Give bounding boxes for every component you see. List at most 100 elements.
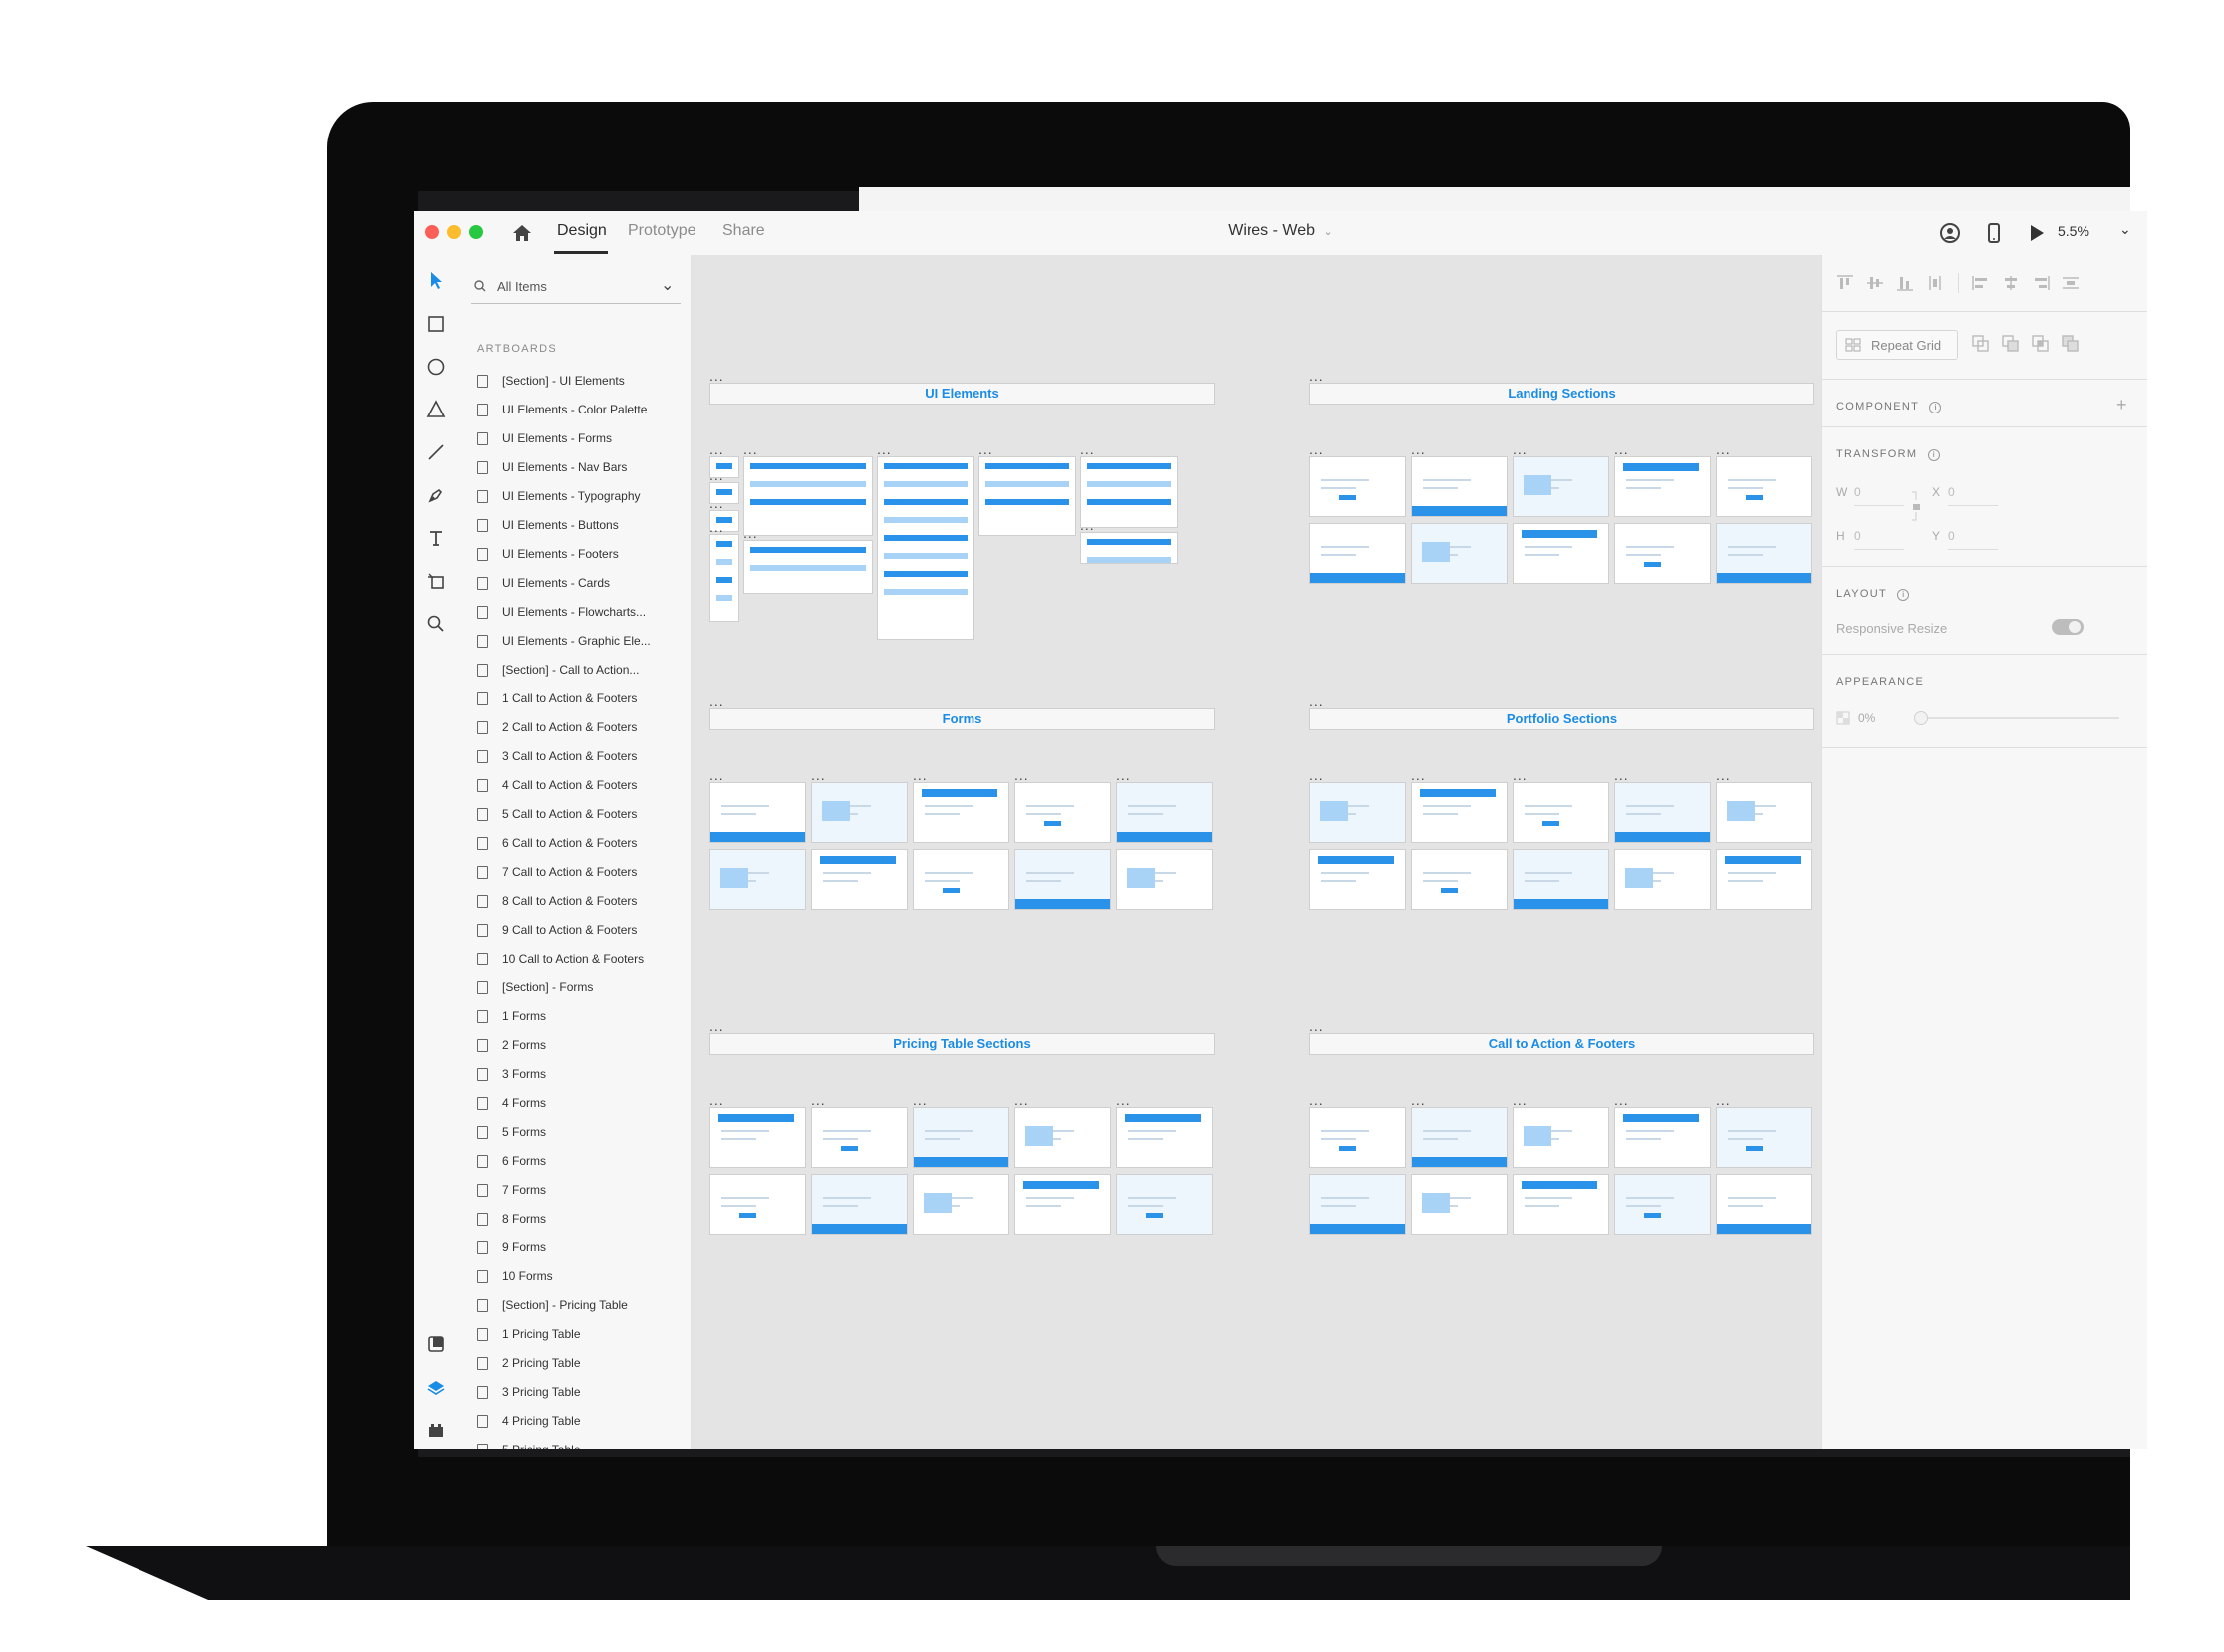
artboard-thumbnail[interactable] [1513, 782, 1609, 843]
artboard-thumbnail[interactable] [1614, 782, 1711, 843]
text-icon[interactable] [421, 523, 451, 553]
boolean-subtract-icon[interactable] [2002, 335, 2020, 358]
artboard-thumbnail[interactable] [913, 1174, 1009, 1235]
artboard-thumbnail[interactable] [709, 534, 739, 622]
artboard-list-item[interactable]: 6 Forms [477, 1149, 691, 1173]
artboard-thumbnail[interactable] [1411, 849, 1508, 910]
artboard-thumbnail[interactable] [913, 849, 1009, 910]
artboard-list-item[interactable]: 4 Pricing Table [477, 1409, 691, 1433]
artboard-thumbnail[interactable] [1716, 1107, 1812, 1168]
artboard-list-item[interactable]: 1 Forms [477, 1004, 691, 1028]
artboard-thumbnail[interactable] [1716, 456, 1812, 517]
artboard-thumbnail[interactable] [709, 849, 806, 910]
lock-aspect-icon[interactable] [1910, 490, 1922, 527]
section-title[interactable]: Landing Sections [1309, 383, 1814, 405]
artboard-thumbnail[interactable] [1116, 1107, 1213, 1168]
artboard-thumbnail[interactable] [1014, 1174, 1111, 1235]
artboard-thumbnail[interactable] [1014, 849, 1111, 910]
artboard-list-item[interactable]: 4 Call to Action & Footers [477, 773, 691, 797]
artboard-list-item[interactable]: 4 Forms [477, 1091, 691, 1115]
artboard-thumbnail[interactable] [743, 540, 873, 594]
user-icon[interactable] [1938, 221, 1962, 245]
artboard-thumbnail[interactable] [1116, 782, 1213, 843]
zoom-level[interactable]: 5.5% [2058, 223, 2089, 239]
height-input[interactable]: 0 [1854, 529, 1904, 550]
artboard-thumbnail[interactable] [1716, 849, 1812, 910]
artboard-list-item[interactable]: [Section] - Forms [477, 975, 691, 999]
artboard-list-item[interactable]: 1 Pricing Table [477, 1322, 691, 1346]
align-top-icon[interactable] [1836, 275, 1854, 296]
artboard-list-item[interactable]: UI Elements - Cards [477, 571, 691, 595]
artboard-list-item[interactable]: 3 Call to Action & Footers [477, 744, 691, 768]
artboard-thumbnail[interactable] [1309, 456, 1406, 517]
assets-icon[interactable] [421, 1329, 451, 1359]
artboard-thumbnail[interactable] [978, 456, 1076, 536]
artboard-thumbnail[interactable] [877, 456, 974, 640]
artboard-list-item[interactable]: 3 Forms [477, 1062, 691, 1086]
responsive-resize-toggle[interactable] [2052, 619, 2084, 635]
artboard-thumbnail[interactable] [1411, 1107, 1508, 1168]
section-title[interactable]: Portfolio Sections [1309, 708, 1814, 730]
artboard-thumbnail[interactable] [811, 1107, 908, 1168]
artboard-thumbnail[interactable] [1411, 1174, 1508, 1235]
artboard-list-item[interactable]: [Section] - UI Elements [477, 369, 691, 393]
artboard-list-item[interactable]: 9 Call to Action & Footers [477, 918, 691, 942]
zoom-chevron-down-icon[interactable]: ⌄ [2119, 221, 2131, 238]
artboard-thumbnail[interactable] [1309, 523, 1406, 584]
artboard-thumbnail[interactable] [1080, 532, 1178, 564]
artboard-list-item[interactable]: 6 Call to Action & Footers [477, 831, 691, 855]
artboard-thumbnail[interactable] [709, 1107, 806, 1168]
align-middle-icon[interactable] [1866, 275, 1884, 296]
artboard-list-item[interactable]: 10 Call to Action & Footers [477, 947, 691, 970]
artboard-list-item[interactable]: 2 Pricing Table [477, 1351, 691, 1375]
artboard-thumbnail[interactable] [1014, 782, 1111, 843]
document-title[interactable]: Wires - Web ⌄ [414, 222, 2147, 240]
artboard-list-item[interactable]: 10 Forms [477, 1264, 691, 1288]
opacity-slider-track[interactable] [1920, 717, 2119, 719]
opacity-slider-handle[interactable] [1914, 711, 1928, 725]
artboard-thumbnail[interactable] [811, 1174, 908, 1235]
plugins-icon[interactable] [421, 1415, 451, 1445]
align-center-icon[interactable] [2002, 275, 2020, 296]
artboard-thumbnail[interactable] [1614, 523, 1711, 584]
artboard-thumbnail[interactable] [1309, 849, 1406, 910]
artboard-thumbnail[interactable] [743, 456, 873, 536]
artboard-thumbnail[interactable] [1716, 1174, 1812, 1235]
artboard-list-item[interactable]: 5 Pricing Table [477, 1438, 691, 1449]
design-canvas[interactable]: ... UI Elements..........................… [692, 255, 1821, 1449]
artboard-thumbnail[interactable] [1411, 782, 1508, 843]
artboard-thumbnail[interactable] [1080, 456, 1178, 528]
artboard-list-item[interactable]: UI Elements - Forms [477, 426, 691, 450]
artboard-thumbnail[interactable] [811, 849, 908, 910]
artboard-list-item[interactable]: 8 Call to Action & Footers [477, 889, 691, 913]
section-title[interactable]: UI Elements [709, 383, 1215, 405]
play-icon[interactable] [2024, 221, 2048, 245]
search-input[interactable]: All Items ⌄ [471, 269, 681, 304]
select-icon[interactable] [421, 265, 451, 295]
y-input[interactable]: 0 [1948, 529, 1998, 550]
artboard-icon[interactable] [421, 566, 451, 596]
layers-icon[interactable] [421, 1373, 451, 1403]
line-icon[interactable] [421, 437, 451, 467]
artboard-list-item[interactable]: [Section] - Call to Action... [477, 658, 691, 682]
artboard-list-item[interactable]: UI Elements - Footers [477, 542, 691, 566]
artboard-thumbnail[interactable] [1411, 523, 1508, 584]
section-title[interactable]: Call to Action & Footers [1309, 1033, 1814, 1055]
pen-icon[interactable] [421, 480, 451, 510]
artboard-thumbnail[interactable] [1614, 1174, 1711, 1235]
artboard-thumbnail[interactable] [1716, 782, 1812, 843]
artboard-list-item[interactable]: UI Elements - Nav Bars [477, 455, 691, 479]
artboard-thumbnail[interactable] [1513, 456, 1609, 517]
opacity-value[interactable]: 0% [1858, 711, 1875, 725]
artboard-thumbnail[interactable] [913, 782, 1009, 843]
artboard-list-item[interactable]: 7 Call to Action & Footers [477, 860, 691, 884]
zoom-icon[interactable] [421, 609, 451, 639]
artboard-thumbnail[interactable] [709, 782, 806, 843]
artboard-thumbnail[interactable] [1309, 1174, 1406, 1235]
artboard-thumbnail[interactable] [1014, 1107, 1111, 1168]
artboard-thumbnail[interactable] [1513, 1174, 1609, 1235]
artboard-thumbnail[interactable] [1309, 1107, 1406, 1168]
align-left-icon[interactable] [1972, 275, 1990, 296]
align-bottom-icon[interactable] [1896, 275, 1914, 296]
device-preview-icon[interactable] [1982, 221, 2006, 245]
